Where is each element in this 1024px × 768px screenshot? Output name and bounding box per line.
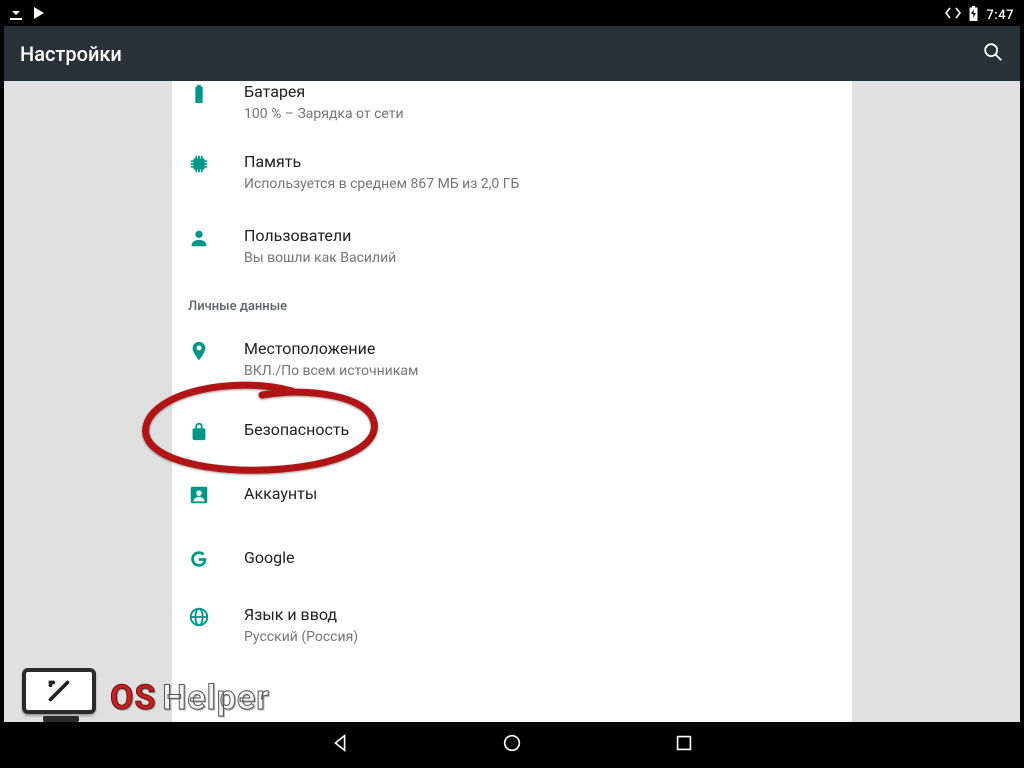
settings-item-security[interactable]: Безопасность xyxy=(172,398,852,462)
section-header-personal: Личные данные xyxy=(172,285,852,324)
account-box-icon xyxy=(188,482,244,506)
user-icon xyxy=(188,225,244,249)
settings-item-battery[interactable]: Батарея 100 % – Зарядка от сети xyxy=(172,81,852,137)
nav-back-button[interactable] xyxy=(329,732,351,758)
item-subtitle: Используется в среднем 867 МБ из 2,0 ГБ xyxy=(244,175,519,193)
app-bar: Настройки xyxy=(4,26,1020,81)
settings-item-accounts[interactable]: Аккаунты xyxy=(172,462,852,526)
item-title: Безопасность xyxy=(244,419,349,441)
settings-item-language[interactable]: Язык и ввод Русский (Россия) xyxy=(172,590,852,664)
play-store-icon xyxy=(32,6,46,24)
item-title: Язык и ввод xyxy=(244,604,358,626)
settings-body: Батарея 100 % – Зарядка от сети Память И… xyxy=(4,81,1020,722)
item-title: Местоположение xyxy=(244,338,418,360)
dev-icon xyxy=(945,7,961,23)
settings-item-google[interactable]: Google xyxy=(172,526,852,590)
battery-charging-icon xyxy=(969,6,978,25)
globe-icon xyxy=(188,604,244,628)
settings-item-memory[interactable]: Память Используется в среднем 867 МБ из … xyxy=(172,137,852,211)
nav-home-button[interactable] xyxy=(501,732,523,758)
settings-item-location[interactable]: Местоположение ВКЛ./По всем источникам xyxy=(172,324,852,398)
item-subtitle: Русский (Россия) xyxy=(244,628,358,646)
google-icon xyxy=(188,546,244,570)
search-button[interactable] xyxy=(982,41,1004,67)
item-title: Память xyxy=(244,151,519,173)
item-title: Батарея xyxy=(244,81,404,103)
battery-icon xyxy=(188,81,244,105)
location-icon xyxy=(188,338,244,362)
download-icon xyxy=(10,6,22,24)
navigation-bar xyxy=(4,722,1020,768)
item-title: Пользователи xyxy=(244,225,396,247)
nav-recent-button[interactable] xyxy=(673,732,695,758)
lock-icon xyxy=(188,418,244,442)
status-time: 7:47 xyxy=(986,8,1014,23)
settings-item-users[interactable]: Пользователи Вы вошли как Василий xyxy=(172,211,852,285)
item-subtitle: Вы вошли как Василий xyxy=(244,249,396,267)
item-title: Google xyxy=(244,547,295,569)
status-bar: 7:47 xyxy=(4,4,1020,26)
page-title: Настройки xyxy=(20,42,122,66)
item-title: Аккаунты xyxy=(244,483,317,505)
memory-icon xyxy=(188,151,244,175)
item-subtitle: ВКЛ./По всем источникам xyxy=(244,362,418,380)
item-subtitle: 100 % – Зарядка от сети xyxy=(244,105,404,123)
